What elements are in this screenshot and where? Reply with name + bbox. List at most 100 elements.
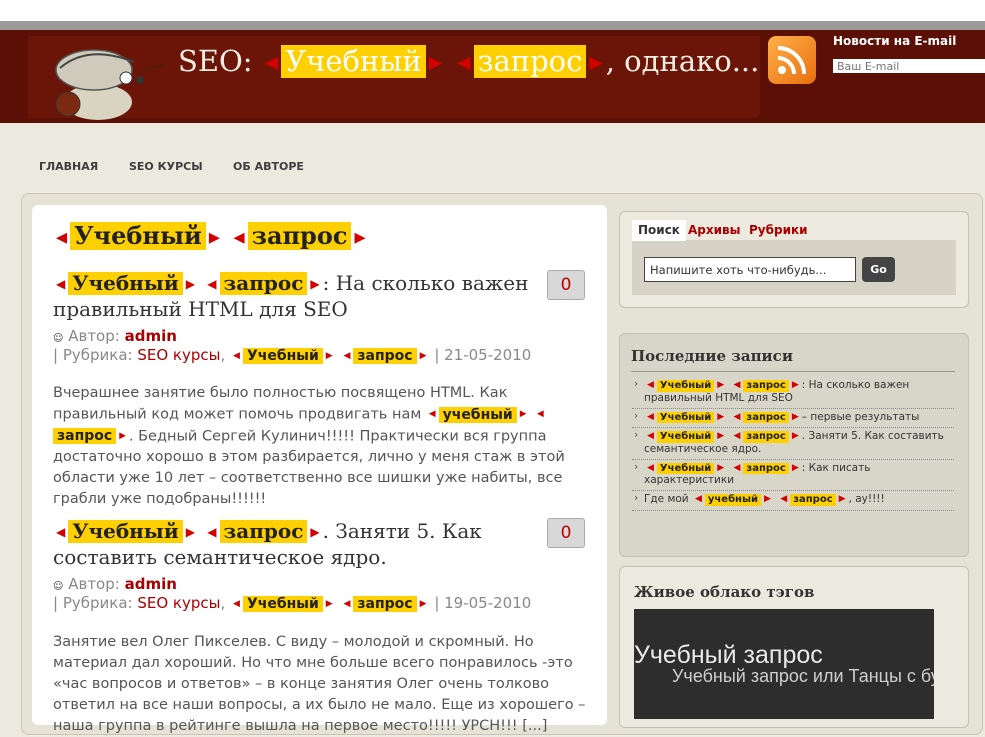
tab-categories[interactable]: Рубрики [749,223,808,237]
post-title[interactable]: ◀ Учебный ▶ ◀ запрос ▶: На сколько важен пра… [53,271,533,322]
top-strip [0,0,985,21]
tab-archives[interactable]: Архивы [688,223,740,237]
mascot-logo[interactable] [38,40,168,120]
recent-tag-2[interactable]: запрос [743,431,789,443]
author-icon: ☺ [53,333,64,344]
arrow-left-icon: ◀ [733,380,741,390]
arrow-left-icon: ◀ [457,53,471,73]
site-title-suffix: , однако... [605,44,760,78]
list-item[interactable]: ◀Учебный▶ ◀запрос▶: На сколько важен пра… [632,377,954,409]
arrow-right-icon: ▶ [791,380,799,390]
category-tag-1[interactable]: Учебный [242,596,323,613]
arrow-right-icon: ▶ [354,229,366,246]
arrow-right-icon: ▶ [791,431,799,441]
arrow-right-icon: ▶ [419,598,427,609]
page-title: ◀ Учебный ▶ ◀ запрос ▶ [53,222,369,250]
recent-item-text[interactable]: – первые результаты [802,411,920,423]
arrow-right-icon: ▶ [310,525,320,539]
email-subscribe: Новости на E-mail [824,32,985,88]
arrow-left-icon: ◀ [733,462,741,473]
arrow-left-icon: ◀ [233,350,240,361]
comment-count-badge[interactable]: 0 [547,270,585,300]
post-title[interactable]: ◀ Учебный ▶ ◀ запрос ▶. Заняти 5. Как состав… [53,519,533,570]
arrow-right-icon: ▶ [325,598,333,609]
arrow-left-icon: ◀ [694,494,702,504]
arrow-left-icon: ◀ [647,411,654,422]
comment-count-badge[interactable]: 0 [547,518,585,548]
list-item[interactable]: ◀Учебный▶ ◀запрос▶. Заняти 5. Как состав… [632,428,954,460]
excerpt-tag-2[interactable]: запрос [53,428,117,445]
arrow-right-icon: ▶ [519,409,527,419]
category-tag-2[interactable]: запрос [353,348,417,365]
nav-item-about[interactable]: ОБ АВТОРЕ [233,160,304,173]
author-link[interactable]: admin [125,327,177,345]
post-title-tag-1[interactable]: Учебный [68,272,183,295]
arrow-right-icon: ▶ [185,277,195,291]
category-link[interactable]: SEO курсы [137,346,220,364]
author-link[interactable]: admin [125,575,177,593]
cloud-tag-mid[interactable]: Учебный запрос или Танцы с бубном [672,666,934,687]
arrow-right-icon: ▶ [185,525,195,539]
post-date: | 21-05-2010 [434,346,532,364]
recent-posts-list: ◀Учебный▶ ◀запрос▶: На сколько важен пра… [632,377,954,511]
recent-posts-title: Последние записи [631,347,793,365]
arrow-right-icon: ▶ [717,462,725,473]
category-tag-2[interactable]: запрос [353,596,417,613]
excerpt-text-b: . Бедный Сергей Кулинич!!!!! Практически… [53,428,565,507]
post-title-tag-1[interactable]: Учебный [68,520,183,543]
arrow-left-icon: ◀ [207,277,217,291]
list-item[interactable]: Где мой ◀учебный▶ ◀запрос▶, ау!!!! [632,491,954,511]
recent-tag-2[interactable]: запрос [743,411,789,423]
recent-item-prefix[interactable]: Где мой [644,493,689,505]
post-meta-category: | Рубрика: SEO курсы, ◀ Учебный ▶ ◀ запрос ▶… [53,346,532,365]
nav-item-seo-courses[interactable]: SEO КУРСЫ [129,160,203,173]
arrow-right-icon: ▶ [717,380,725,390]
recent-tag-1[interactable]: Учебный [656,380,715,392]
author-label: Автор: [68,575,120,593]
nav-item-home[interactable]: ГЛАВНАЯ [39,160,98,173]
recent-tag-1[interactable]: учебный [704,494,762,506]
post-meta-category: | Рубрика: SEO курсы, ◀ Учебный ▶ ◀ запрос ▶… [53,594,532,613]
arrow-right-icon: ▶ [208,229,220,246]
arrow-left-icon: ◀ [733,411,741,422]
arrow-left-icon: ◀ [56,525,66,539]
divider [631,371,955,372]
arrow-left-icon: ◀ [233,229,245,246]
tag-cloud-title: Живое облако тэгов [634,583,815,601]
post-title-tag-2[interactable]: запрос [219,272,308,295]
rss-icon[interactable] [768,36,816,84]
page-title-tag-1[interactable]: Учебный [70,222,206,250]
arrow-left-icon: ◀ [207,525,217,539]
arrow-right-icon: ▶ [717,411,725,422]
category-link[interactable]: SEO курсы [137,594,220,612]
recent-tag-2[interactable]: запрос [790,494,836,506]
author-label: Автор: [68,327,120,345]
page-title-tag-2[interactable]: запрос [247,222,352,250]
recent-tag-2[interactable]: запрос [743,380,789,392]
arrow-left-icon: ◀ [343,350,351,361]
post-meta-author: ☺ Автор: admin [53,575,177,593]
recent-tag-2[interactable]: запрос [743,462,789,474]
category-tag-1[interactable]: Учебный [242,348,323,365]
post-title-tag-2[interactable]: запрос [219,520,308,543]
list-item[interactable]: ◀Учебный▶ ◀запрос▶: Как писать характери… [632,460,954,491]
excerpt-tag-1[interactable]: учебный [438,406,517,423]
tab-search[interactable]: Поиск [632,220,686,241]
recent-tag-1[interactable]: Учебный [656,411,715,423]
recent-tag-1[interactable]: Учебный [656,462,715,474]
recent-tag-1[interactable]: Учебный [656,431,715,443]
site-title[interactable]: SEO: ◀ Учебный ▶ ◀ запрос ▶, однако... [178,44,760,79]
list-item[interactable]: ◀Учебный▶ ◀запрос▶– первые результаты [632,409,954,428]
tag-cloud[interactable]: · Учебный запрос Учебный запрос или Танц… [634,609,934,719]
search-input[interactable] [644,257,856,282]
arrow-right-icon: ▶ [428,53,443,73]
arrow-left-icon: ◀ [56,229,68,246]
post-meta-author: ☺ Автор: admin [53,327,177,345]
arrow-right-icon: ▶ [325,350,333,361]
post-excerpt: Занятие вел Олег Пикселев. С виду – моло… [53,634,586,734]
email-field[interactable] [833,59,985,73]
search-go-button[interactable]: Go [862,257,895,282]
recent-item-text[interactable]: , ау!!!! [849,493,885,505]
arrow-right-icon: ▶ [764,494,771,504]
arrow-right-icon: ▶ [791,411,799,422]
